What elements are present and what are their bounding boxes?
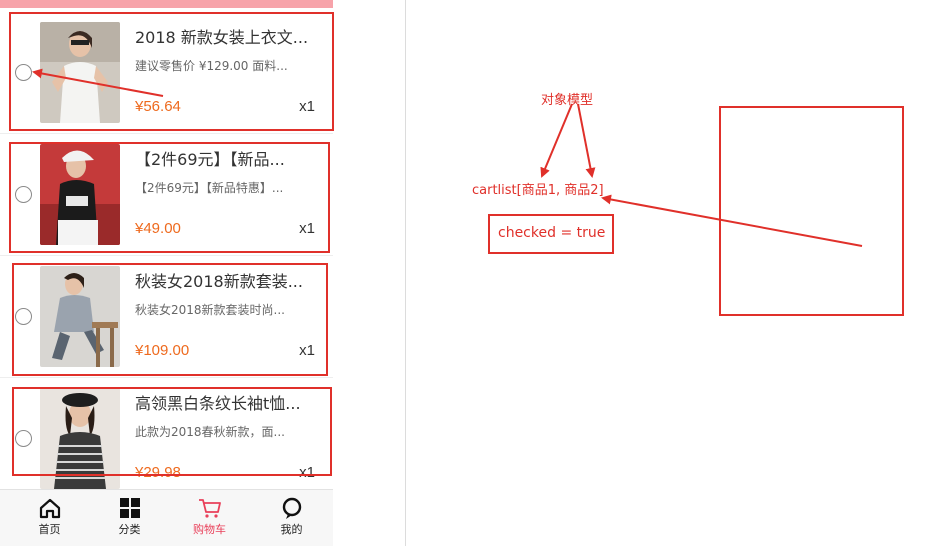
arrow-from-object	[601, 194, 863, 247]
annotation-arrows	[32, 68, 863, 247]
arrow-to-item1	[540, 103, 573, 178]
arrow-to-item2	[577, 103, 596, 178]
arrow-to-radio	[32, 68, 164, 97]
